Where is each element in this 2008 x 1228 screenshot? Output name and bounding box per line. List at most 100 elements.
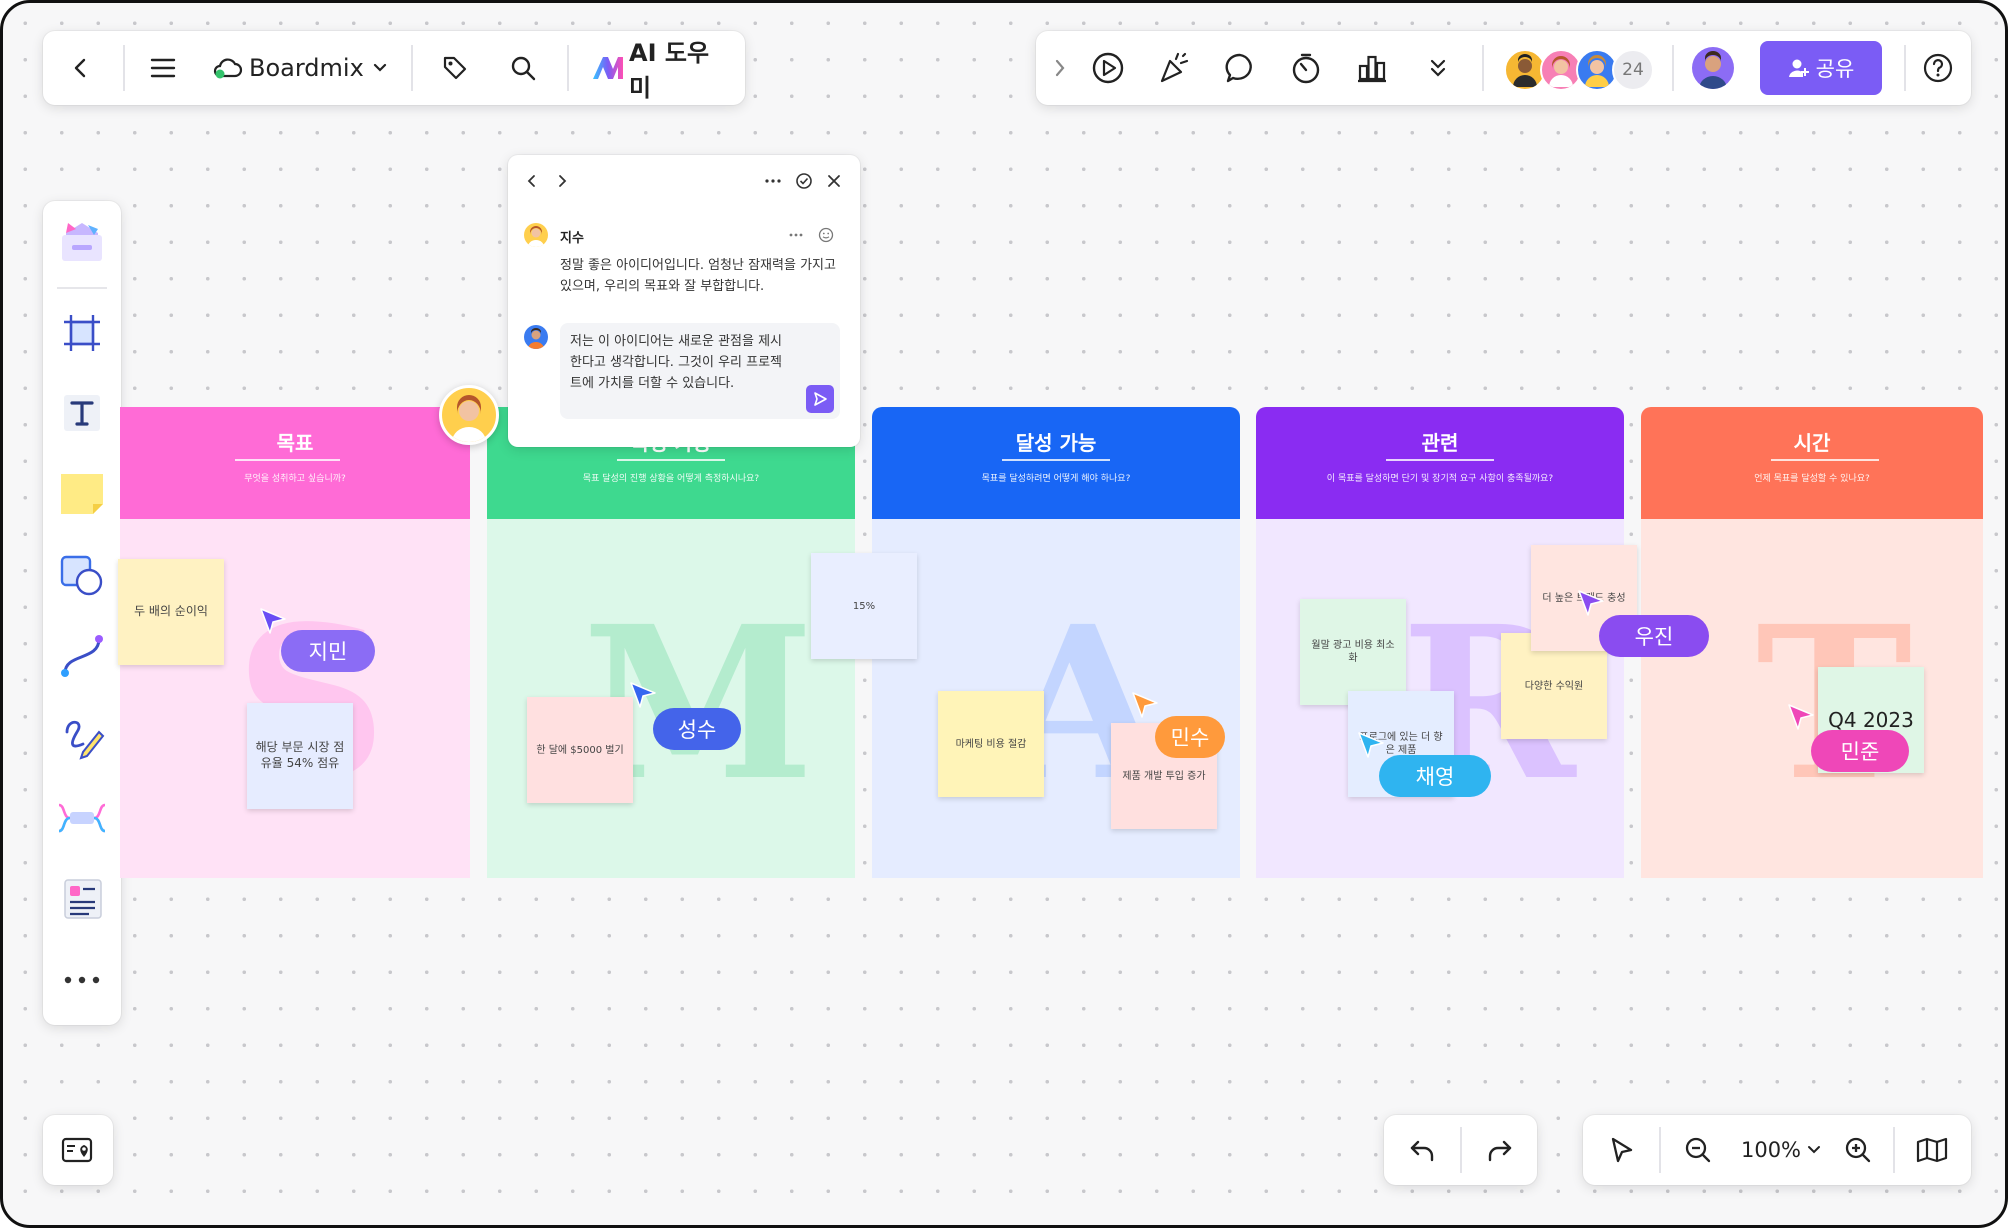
- connector-icon[interactable]: [55, 629, 109, 683]
- sticky-note[interactable]: 월말 광고 비용 최소화: [1300, 599, 1406, 705]
- column-subtitle: 무엇을 성취하고 싶습니까?: [244, 474, 346, 484]
- send-button[interactable]: [806, 385, 834, 413]
- column-body-time[interactable]: T: [1641, 519, 1983, 878]
- column-title: 목표: [276, 431, 314, 455]
- resolve-icon[interactable]: [792, 169, 816, 193]
- collaborator-count-badge[interactable]: 24: [1612, 49, 1654, 91]
- whiteboard-canvas[interactable]: Boardmix AI 도우미 24 공유 목표 무엇을 성취하고 싶습니까? …: [0, 0, 2008, 1228]
- top-right-toolbar: 24 공유: [1036, 31, 1971, 105]
- share-button[interactable]: 공유: [1760, 41, 1882, 95]
- reply-author-avatar: [524, 325, 548, 349]
- redo-icon[interactable]: [1474, 1128, 1526, 1172]
- cursor-arrow-icon: [1358, 732, 1384, 758]
- vote-icon[interactable]: [1350, 46, 1394, 90]
- frame-icon[interactable]: [55, 306, 109, 360]
- sticky-note[interactable]: 두 배의 순이익: [118, 559, 224, 665]
- celebrate-icon[interactable]: [1152, 46, 1196, 90]
- text-icon[interactable]: [55, 386, 109, 440]
- close-icon[interactable]: [822, 169, 846, 193]
- ai-label: AI 도우미: [629, 39, 710, 102]
- comment-popup: 지수 정말 좋은 아이디어입니다. 엄청난 잠재력을 가지고 있으며, 우리의 …: [508, 155, 860, 447]
- comment-message-line: 있으며, 우리의 목표와 잘 부합합니다.: [560, 279, 765, 294]
- cursor-arrow-icon: [260, 608, 286, 634]
- sticky-note-icon[interactable]: [55, 466, 109, 520]
- timer-icon[interactable]: [1284, 46, 1328, 90]
- comment-message: 정말 좋은 아이디어입니다. 엄청난 잠재력을 가지고 있으며, 우리의 목표와…: [560, 255, 852, 297]
- templates-icon[interactable]: [55, 215, 109, 269]
- zoom-out-icon[interactable]: [1675, 1128, 1721, 1172]
- zoom-level-dropdown[interactable]: 100%: [1733, 1128, 1829, 1172]
- help-icon[interactable]: [1916, 46, 1960, 90]
- share-label: 공유: [1815, 57, 1855, 81]
- cursor-arrow-icon: [1788, 704, 1814, 730]
- reply-line: 저는 이 아이디어는 새로운 관점을 제시: [570, 334, 783, 349]
- next-comment-icon[interactable]: [550, 169, 574, 193]
- user-avatar[interactable]: [1692, 47, 1734, 89]
- menu-icon[interactable]: [141, 46, 185, 90]
- comment-icon[interactable]: [1218, 46, 1262, 90]
- search-icon[interactable]: [501, 46, 545, 90]
- column-header-relevant[interactable]: 관련 이 목표를 달성하면 단기 및 장기적 요구 사항이 충족될까요?: [1256, 407, 1624, 519]
- column-title: 관련: [1421, 431, 1459, 455]
- cursor-label: 채영: [1379, 755, 1491, 797]
- sticky-note[interactable]: 15%: [811, 553, 917, 659]
- column-subtitle: 이 목표를 달성하면 단기 및 장기적 요구 사항이 충족될까요?: [1326, 474, 1554, 484]
- column-header-achievable[interactable]: 달성 가능 목표를 달성하려면 어떻게 해야 하나요?: [872, 407, 1240, 519]
- tag-icon[interactable]: [433, 46, 477, 90]
- more-options-icon[interactable]: [761, 169, 785, 193]
- column-subtitle: 목표를 달성하려면 어떻게 해야 하나요?: [981, 474, 1131, 484]
- mindmap-icon[interactable]: [55, 791, 109, 845]
- undo-redo-panel: [1384, 1115, 1537, 1185]
- cursor-arrow-icon: [1132, 692, 1158, 718]
- prev-comment-icon[interactable]: [520, 169, 544, 193]
- map-pin-button[interactable]: [43, 1115, 113, 1185]
- sticky-note[interactable]: 마케팅 비용 절감: [938, 691, 1044, 797]
- column-subtitle: 목표 달성의 진행 상황을 어떻게 측정하시나요?: [582, 474, 760, 484]
- zoom-panel: 100%: [1583, 1115, 1971, 1185]
- back-icon[interactable]: [59, 46, 103, 90]
- board-name: Boardmix: [249, 54, 364, 82]
- column-title: 시간: [1793, 431, 1831, 455]
- cursor-label: 성수: [653, 708, 741, 750]
- select-icon[interactable]: [1599, 1128, 1645, 1172]
- list-icon[interactable]: [55, 872, 109, 926]
- pen-icon[interactable]: [55, 710, 109, 764]
- cursor-arrow-icon: [1578, 590, 1604, 616]
- zoom-in-icon[interactable]: [1835, 1128, 1881, 1172]
- left-toolbar: [43, 201, 121, 1025]
- comment-message-line: 정말 좋은 아이디어입니다. 엄청난 잠재력을 가지고: [560, 258, 836, 273]
- comment-author: 지수: [560, 231, 584, 246]
- comment-author-avatar: [524, 223, 548, 247]
- cursor-label: 민수: [1155, 716, 1225, 758]
- undo-icon[interactable]: [1396, 1128, 1448, 1172]
- cursor-arrow-icon: [630, 682, 656, 708]
- reply-line: 트에 가치를 더할 수 있습니다.: [570, 376, 735, 391]
- cursor-label: 민준: [1811, 730, 1909, 772]
- reply-input[interactable]: 저는 이 아이디어는 새로운 관점을 제시 한다고 생각합니다. 그것이 우리 …: [560, 323, 840, 419]
- cursor-label: 우진: [1599, 615, 1709, 657]
- board-name-dropdown[interactable]: Boardmix: [211, 46, 441, 90]
- chevron-down-icon: [372, 62, 388, 74]
- column-header-specific[interactable]: 목표 무엇을 성취하고 싶습니까?: [120, 407, 470, 519]
- cloud-icon: [211, 56, 243, 80]
- shapes-icon[interactable]: [55, 548, 109, 602]
- expand-icon[interactable]: [1046, 46, 1074, 90]
- ai-assistant-button[interactable]: AI 도우미: [591, 39, 731, 102]
- add-user-icon: [1788, 57, 1810, 79]
- chevron-down-icon: [1807, 1145, 1821, 1155]
- cursor-label: 지민: [281, 630, 375, 672]
- sticky-note[interactable]: 한 달에 $5000 벌기: [527, 697, 633, 803]
- minimap-icon[interactable]: [1907, 1128, 1957, 1172]
- sticky-note[interactable]: 해당 부문 시장 점유율 54% 점유: [247, 703, 353, 809]
- comment-pin-avatar[interactable]: [439, 385, 499, 445]
- zoom-level: 100%: [1740, 1138, 1802, 1162]
- more-down-icon[interactable]: [1416, 46, 1460, 90]
- play-icon[interactable]: [1086, 46, 1130, 90]
- emoji-icon[interactable]: [816, 225, 836, 245]
- map-pin-icon: [61, 1137, 93, 1163]
- reply-line: 한다고 생각합니다. 그것이 우리 프로젝: [570, 355, 783, 370]
- comment-more-icon[interactable]: [786, 225, 806, 245]
- column-title: 달성 가능: [1015, 431, 1097, 455]
- more-icon[interactable]: [55, 953, 109, 1007]
- column-header-time[interactable]: 시간 언제 목표를 달성할 수 있나요?: [1641, 407, 1983, 519]
